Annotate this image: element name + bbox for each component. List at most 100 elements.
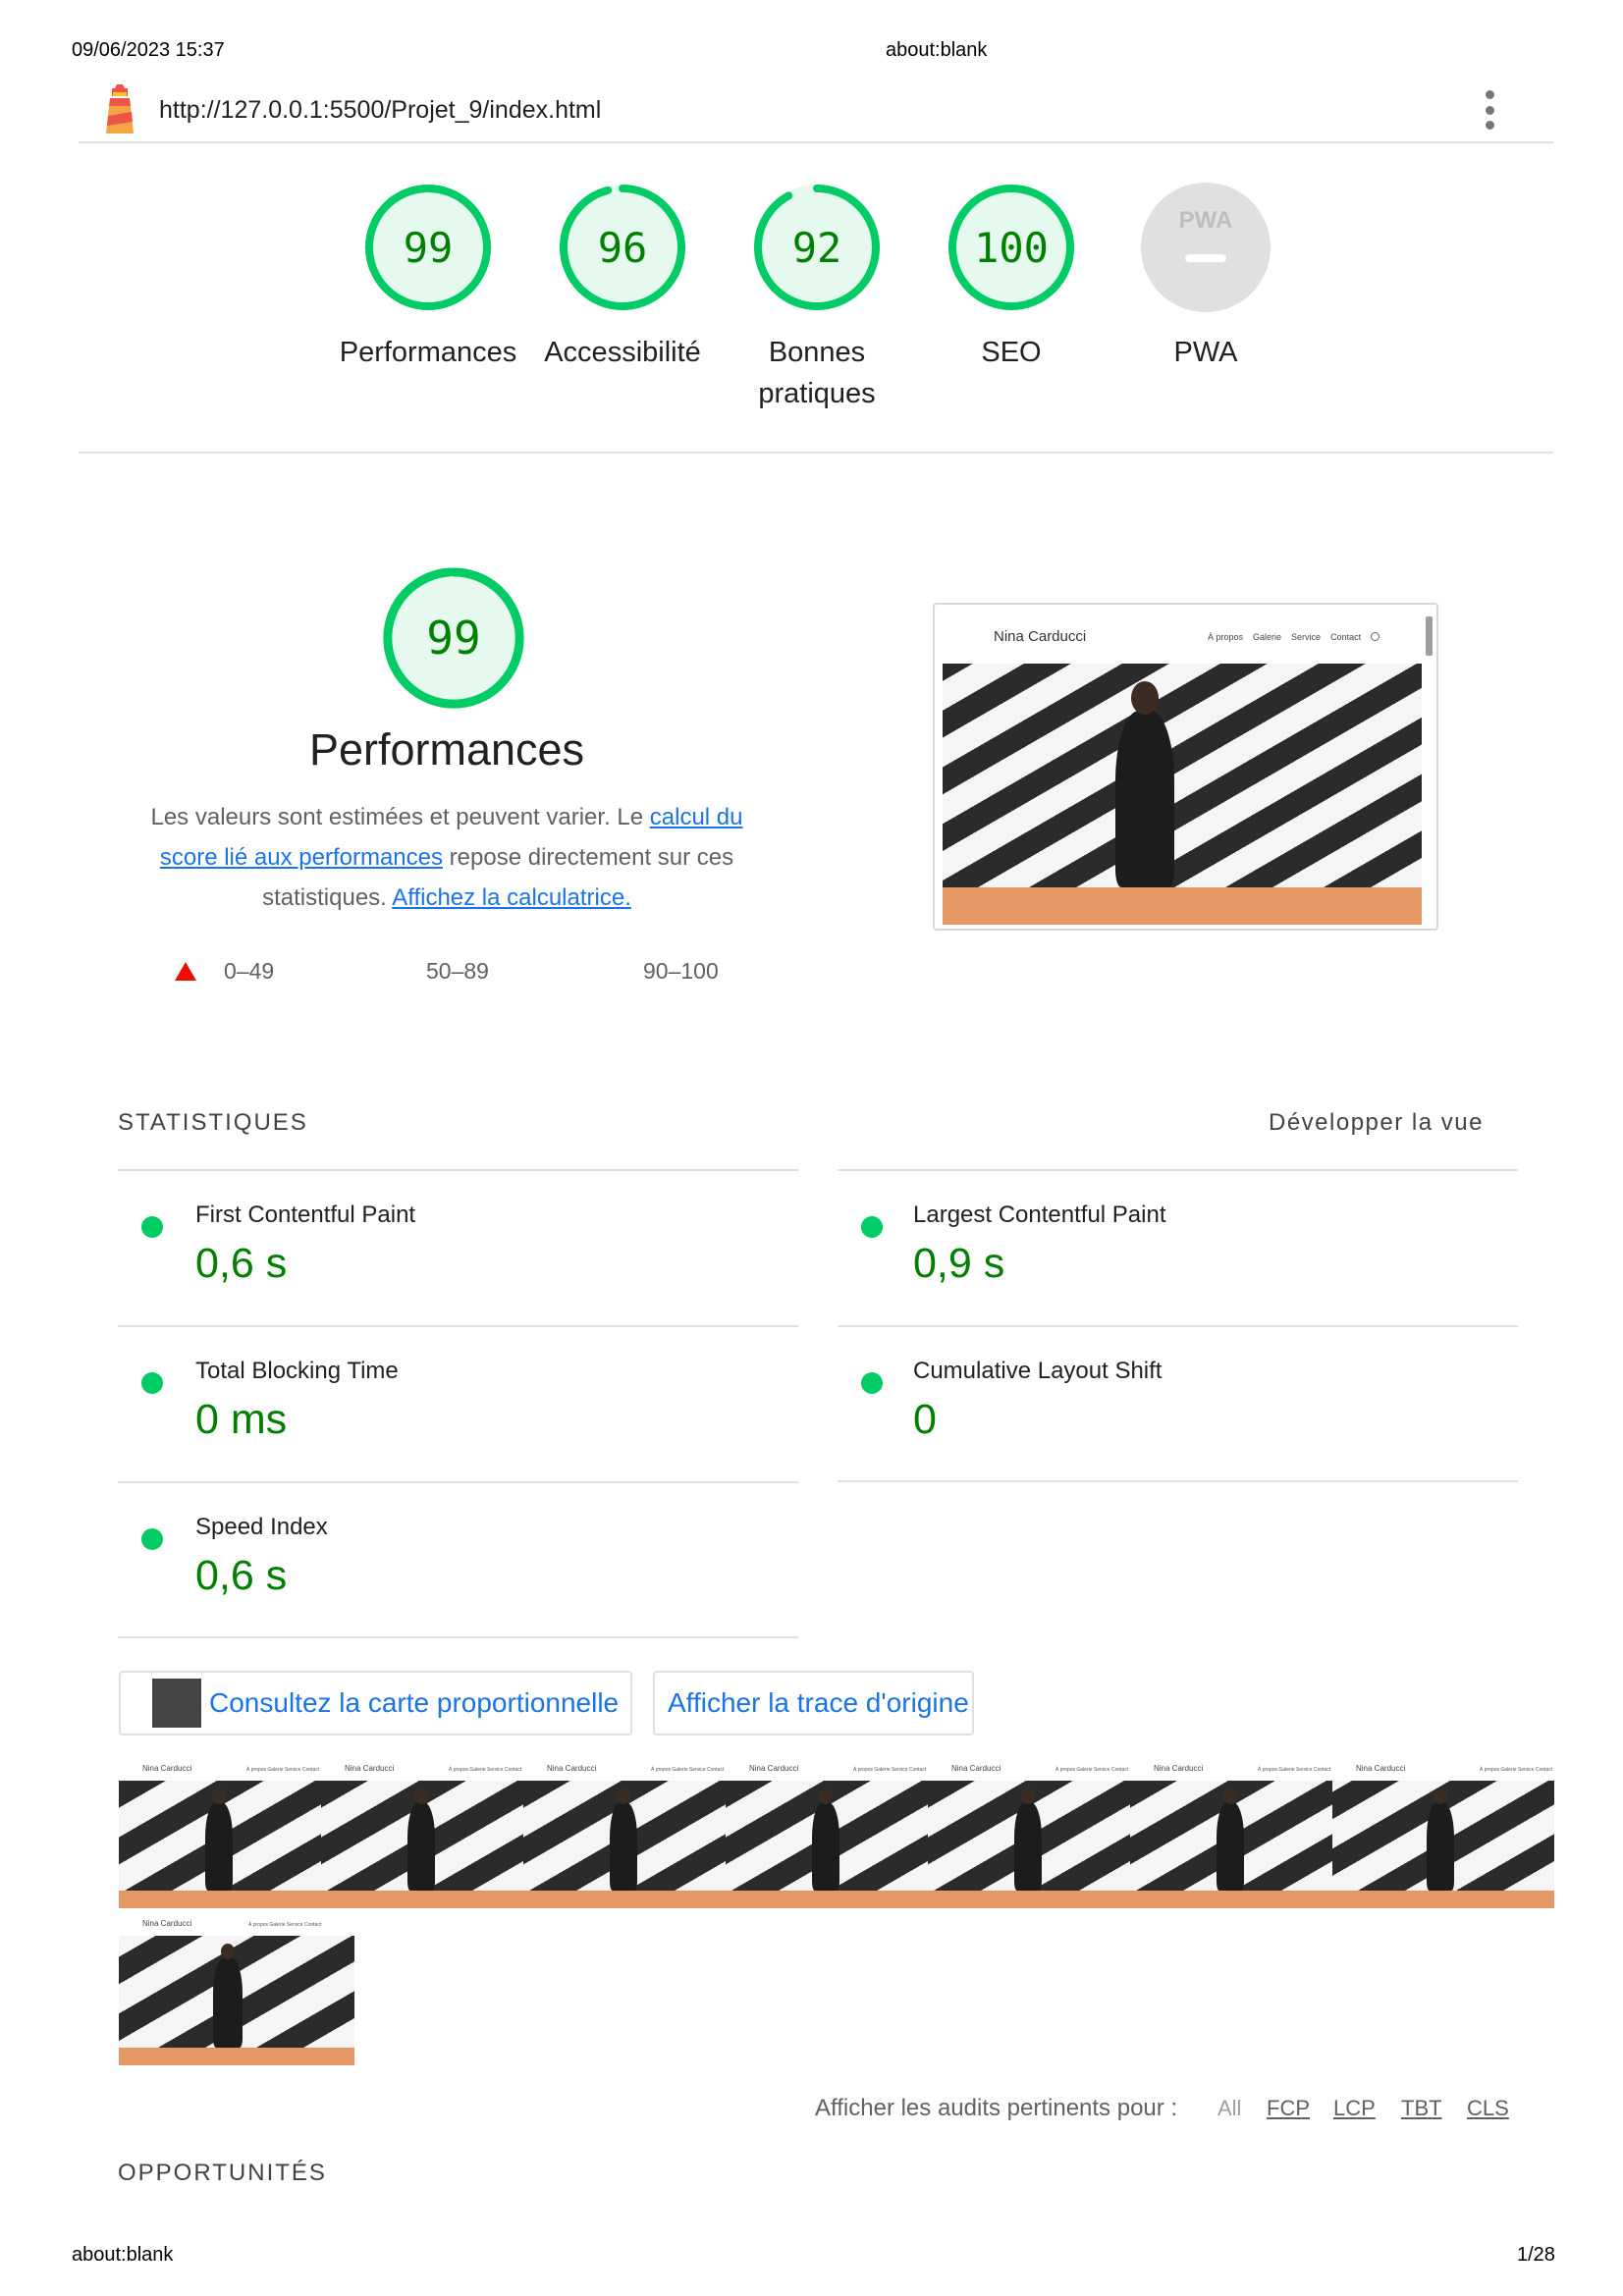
frame-nav: À propos Galerie Service Contact [1480, 1767, 1553, 1773]
preview-orange-band [943, 887, 1422, 925]
metric-divider [838, 1480, 1518, 1482]
filmstrip: Nina Carducci À propos Galerie Service Co… [119, 1755, 1554, 2069]
frame-site-name: Nina Carducci [1356, 1764, 1406, 1773]
treemap-thumbnail-icon [152, 1679, 201, 1728]
page-url: http://127.0.0.1:5500/Projet_9/index.htm… [159, 96, 602, 124]
filter-lcp[interactable]: LCP [1333, 2096, 1376, 2121]
gauge-accessibility[interactable]: 96 [557, 182, 688, 313]
lighthouse-icon [106, 84, 134, 133]
gauge-score: 96 [597, 223, 648, 272]
filter-fcp[interactable]: FCP [1267, 2096, 1310, 2121]
performance-score: 99 [426, 612, 481, 665]
filter-tbt[interactable]: TBT [1401, 2096, 1442, 2121]
filter-cls[interactable]: CLS [1467, 2096, 1509, 2121]
filmstrip-frame: Nina Carducci À propos Galerie Service Co… [321, 1755, 523, 1908]
gauge-label-pwa: PWA [1173, 337, 1238, 368]
expand-view-toggle[interactable]: Développer la vue [1269, 1109, 1484, 1137]
pass-icon [141, 1216, 163, 1238]
filter-all[interactable]: All [1217, 2096, 1241, 2121]
print-footer-url: about:blank [72, 2244, 174, 2266]
gauge-label-performance: Performances [339, 337, 517, 368]
print-page-number: 1/28 [1517, 2244, 1555, 2266]
stats-heading: STATISTIQUES [118, 1109, 308, 1136]
preview-header: Nina Carducci À propos Galerie Service C… [935, 605, 1436, 660]
frame-site-name: Nina Carducci [142, 1919, 192, 1928]
preview-site-name: Nina Carducci [994, 628, 1087, 645]
legend-fail: 0–49 [175, 958, 274, 985]
pwa-icon [1141, 183, 1271, 312]
audit-filter-label: Afficher les audits pertinents pour : [815, 2095, 1178, 2121]
legend-fail-label: 0–49 [224, 958, 275, 984]
preview-nav-item: À propos [1208, 632, 1244, 642]
final-screenshot: Nina Carducci À propos Galerie Service C… [933, 603, 1438, 931]
performance-title: Performances [308, 724, 585, 774]
filmstrip-frame: Nina Carducci À propos Galerie Service Co… [119, 1910, 358, 2065]
performance-gauge-large: 99 [380, 564, 527, 712]
desc-text-1: Les valeurs sont estimées et peuvent var… [150, 804, 650, 830]
pwa-badge: PWA [1178, 207, 1233, 234]
print-datetime: 09/06/2023 15:37 [72, 39, 225, 61]
preview-nav-item: Galerie [1253, 632, 1282, 642]
filmstrip-frame: Nina Carducci À propos Galerie Service Co… [928, 1755, 1130, 1908]
metric-value: 0,9 s [913, 1240, 1005, 1287]
legend-average: 50–89 [426, 958, 489, 985]
preview-nav: À propos Galerie Service Contact [1208, 632, 1380, 642]
gauge-performance[interactable]: 99 [362, 182, 494, 313]
treemap-button[interactable]: Consultez la carte proportionnelle [119, 1671, 632, 1735]
gauge-label-accessibility: Accessibilité [544, 337, 701, 368]
gauge-score: 99 [403, 223, 454, 272]
treemap-button-label: Consultez la carte proportionnelle [209, 1687, 620, 1718]
metric-title: Speed Index [195, 1514, 328, 1540]
print-title: about:blank [886, 39, 988, 61]
legend-pass: 90–100 [643, 958, 719, 985]
metric-title: First Contentful Paint [195, 1201, 416, 1228]
frame-site-name: Nina Carducci [1154, 1764, 1204, 1773]
pass-icon [861, 1372, 883, 1394]
preview-hero-image [943, 664, 1422, 887]
pass-icon [141, 1372, 163, 1394]
metric-lcp: Largest Contentful Paint 0,9 s [838, 1169, 1518, 1326]
metric-speed-index: Speed Index 0,6 s [118, 1481, 798, 1638]
gauge-label-best-practices-1: Bonnes [768, 337, 866, 368]
gauge-pwa[interactable]: PWA [1140, 182, 1271, 313]
preview-nav-item: Service [1291, 632, 1322, 642]
frame-nav: À propos Galerie Service Contact [651, 1767, 725, 1773]
frame-nav: À propos Galerie Service Contact [449, 1767, 522, 1773]
gauge-label-seo: SEO [981, 337, 1042, 368]
metric-title: Cumulative Layout Shift [913, 1358, 1163, 1384]
gauge-seo[interactable]: 100 [946, 182, 1077, 313]
preview-nav-item: Contact [1330, 632, 1362, 642]
calculator-link[interactable]: Affichez la calculatrice. [392, 884, 631, 911]
metric-value: 0 [913, 1396, 937, 1443]
metric-value: 0,6 s [195, 1552, 288, 1599]
metric-tbt: Total Blocking Time 0 ms [118, 1325, 798, 1482]
pass-icon [141, 1528, 163, 1550]
metric-value: 0,6 s [195, 1240, 288, 1287]
metric-value: 0 ms [195, 1396, 288, 1443]
frame-site-name: Nina Carducci [749, 1764, 799, 1773]
filmstrip-frame: Nina Carducci À propos Galerie Service Co… [119, 1755, 321, 1908]
section-divider [79, 452, 1553, 454]
preview-scrollbar [1426, 616, 1433, 656]
filmstrip-frame: Nina Carducci À propos Galerie Service Co… [1130, 1755, 1332, 1908]
more-options-icon[interactable] [1483, 90, 1496, 130]
filmstrip-frame: Nina Carducci À propos Galerie Service Co… [726, 1755, 928, 1908]
instagram-icon [1371, 632, 1380, 641]
frame-nav: À propos Galerie Service Contact [853, 1767, 927, 1773]
gauge-label-best-practices-2: pratiques [758, 378, 876, 409]
gauge-best-practices[interactable]: 92 [751, 182, 883, 313]
metric-title: Total Blocking Time [195, 1358, 399, 1384]
metric-fcp: First Contentful Paint 0,6 s [118, 1169, 798, 1326]
view-trace-button-label: Afficher la trace d'origine [668, 1687, 969, 1718]
legend-pass-label: 90–100 [643, 958, 719, 984]
filmstrip-frame: Nina Carducci À propos Galerie Service Co… [523, 1755, 726, 1908]
frame-site-name: Nina Carducci [142, 1764, 192, 1773]
metric-cls: Cumulative Layout Shift 0 [838, 1325, 1518, 1482]
view-trace-button[interactable]: Afficher la trace d'origine [653, 1671, 974, 1735]
pass-icon [861, 1216, 883, 1238]
gauge-score: 100 [974, 223, 1049, 272]
frame-nav: À propos Galerie Service Contact [246, 1767, 320, 1773]
metric-divider [118, 1636, 798, 1638]
performance-description: Les valeurs sont estimées et peuvent var… [128, 797, 766, 918]
person-head [1131, 681, 1159, 715]
